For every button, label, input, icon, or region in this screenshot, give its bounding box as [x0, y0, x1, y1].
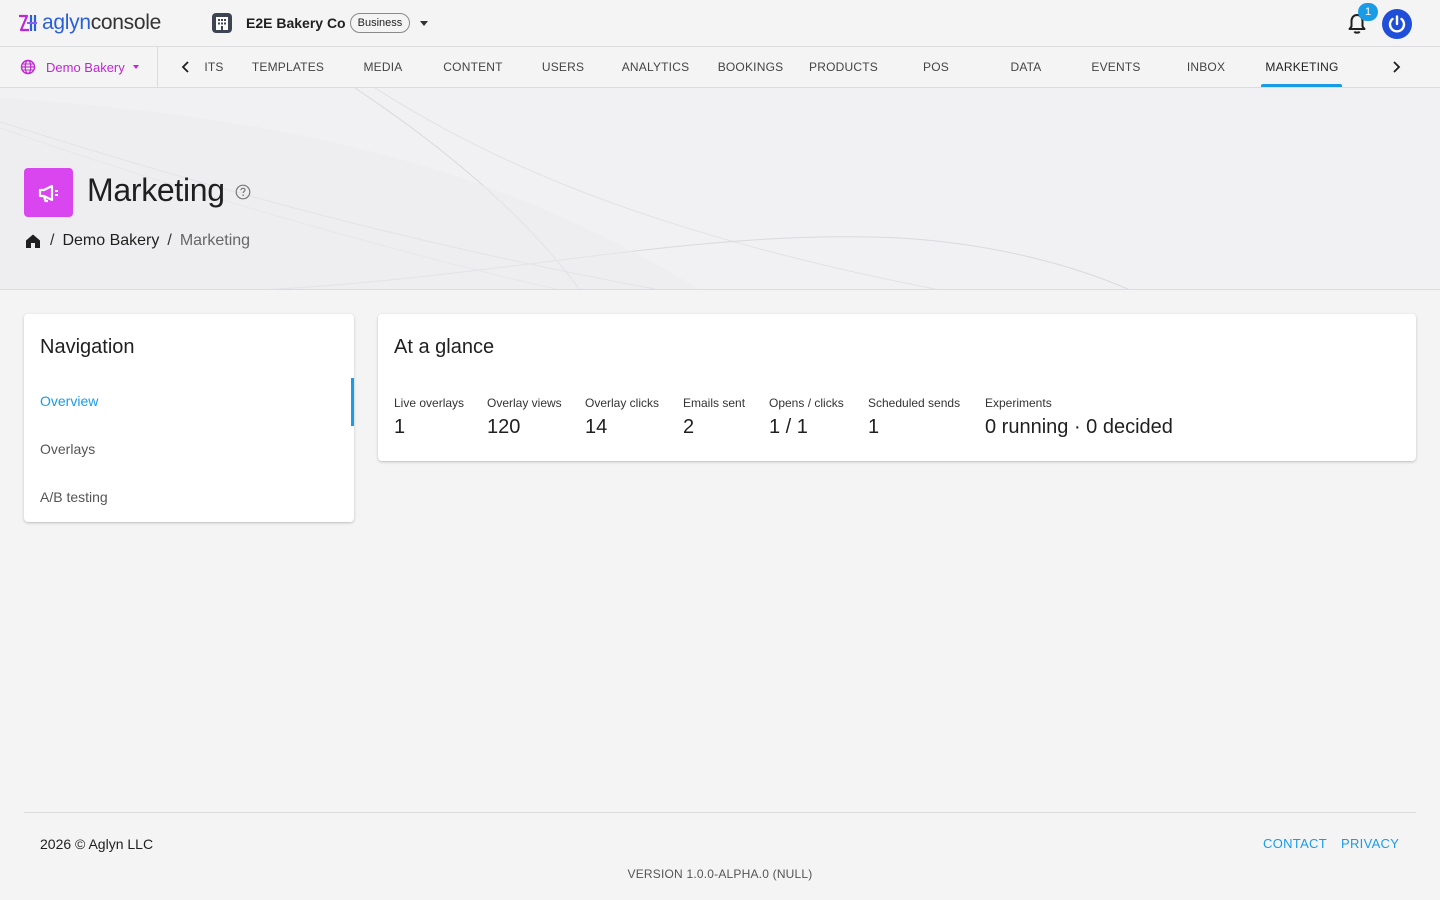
- marketing-icon: [24, 168, 73, 217]
- notification-count-badge: 1: [1358, 3, 1378, 21]
- tab-analytics[interactable]: ANALYTICS: [618, 47, 693, 87]
- user-avatar[interactable]: [1382, 9, 1412, 39]
- footer-copyright: 2026 © Aglyn LLC: [40, 836, 154, 852]
- stat-label: Live overlays: [394, 396, 465, 410]
- power-icon: [1388, 15, 1406, 33]
- stat-label: Overlay clicks: [585, 396, 660, 410]
- stat-live-overlays: Live overlays 1: [394, 396, 464, 439]
- footer-divider: [24, 812, 1416, 813]
- version-text: VERSION 1.0.0-ALPHA.0 (NULL): [627, 867, 813, 881]
- globe-icon: [20, 59, 36, 75]
- stat-value: 2: [683, 416, 695, 438]
- navigation-card-title: Navigation: [40, 336, 135, 358]
- at-a-glance-card: At a glance Live overlays 1 Overlay view…: [378, 314, 1416, 461]
- stat-label: Opens / clicks: [769, 396, 844, 410]
- site-selector[interactable]: Demo Bakery: [0, 47, 158, 87]
- stat-value: 120: [487, 416, 521, 438]
- stat-label: Scheduled sends: [868, 396, 961, 410]
- help-icon[interactable]: [235, 184, 251, 200]
- building-icon: [212, 13, 232, 33]
- tab-templates[interactable]: TEMPLATES: [248, 47, 328, 87]
- stat-experiments: Experiments 0 running · 0 decided: [985, 396, 1173, 439]
- home-icon[interactable]: [24, 232, 42, 250]
- org-plan-badge: Business: [349, 13, 411, 33]
- section-nav: Demo Bakery ITS TEMPLATES MEDIA CONTENT …: [0, 47, 1440, 88]
- breadcrumb-separator: /: [167, 232, 172, 249]
- chevron-down-icon: [420, 20, 429, 26]
- tab-its[interactable]: ITS: [203, 47, 225, 87]
- aglyn-logo-icon: [19, 14, 37, 32]
- page-header: Marketing / Demo Bakery / Marketing: [0, 88, 1440, 290]
- stat-value: 0 running · 0 decided: [985, 416, 1173, 438]
- chevron-down-icon: [132, 65, 139, 69]
- breadcrumb-site-link[interactable]: Demo Bakery: [62, 232, 159, 250]
- page-title: Marketing: [87, 172, 225, 208]
- stat-value: 1: [868, 416, 880, 438]
- contact-link[interactable]: CONTACT: [1263, 836, 1327, 851]
- top-bar: aglyn console E2E Bakery Co Business 1: [0, 0, 1440, 47]
- logo-product-text: console: [90, 11, 162, 34]
- active-nav-indicator: [351, 378, 354, 426]
- app-logo[interactable]: aglyn console: [17, 11, 161, 35]
- stat-value: 1 / 1: [769, 416, 808, 438]
- stat-value: 1: [394, 416, 406, 438]
- chevron-left-icon[interactable]: [178, 59, 194, 75]
- org-name: E2E Bakery Co: [246, 15, 346, 31]
- nav-item-ab-testing[interactable]: A/B testing: [24, 473, 354, 521]
- active-tab-indicator: [1261, 84, 1342, 87]
- breadcrumb-separator: /: [50, 232, 55, 249]
- stat-label: Emails sent: [683, 396, 746, 410]
- tab-users[interactable]: USERS: [538, 47, 588, 87]
- navigation-card: Navigation Overview Overlays A/B testing: [24, 314, 354, 522]
- stat-emails-sent: Emails sent 2: [683, 396, 745, 439]
- site-selector-label: Demo Bakery: [46, 59, 125, 75]
- stat-overlay-clicks: Overlay clicks 14: [585, 396, 659, 439]
- stat-opens-clicks: Opens / clicks 1 / 1: [769, 396, 844, 439]
- org-switcher[interactable]: E2E Bakery Co Business: [211, 11, 429, 35]
- tab-inbox[interactable]: INBOX: [1183, 47, 1229, 87]
- tab-pos[interactable]: POS: [916, 47, 956, 87]
- stat-value: 14: [585, 416, 608, 438]
- stat-label: Overlay views: [487, 396, 562, 410]
- chevron-right-icon[interactable]: [1388, 59, 1404, 75]
- nav-item-overview[interactable]: Overview: [24, 377, 354, 425]
- tab-events[interactable]: EVENTS: [1088, 47, 1144, 87]
- tab-products[interactable]: PRODUCTS: [806, 47, 881, 87]
- nav-item-overlays[interactable]: Overlays: [24, 425, 354, 473]
- tab-data[interactable]: DATA: [1006, 47, 1046, 87]
- breadcrumb-current: Marketing: [179, 232, 251, 249]
- breadcrumb: / Demo Bakery / Marketing: [24, 231, 250, 251]
- stat-overlay-views: Overlay views 120: [487, 396, 562, 439]
- logo-brand-text: aglyn: [42, 11, 91, 34]
- tab-content[interactable]: CONTENT: [438, 47, 508, 87]
- tab-media[interactable]: MEDIA: [353, 47, 413, 87]
- tab-marketing[interactable]: MARKETING: [1263, 47, 1341, 87]
- stat-scheduled-sends: Scheduled sends 1: [868, 396, 960, 439]
- privacy-link[interactable]: PRIVACY: [1341, 836, 1399, 851]
- stat-label: Experiments: [985, 396, 1052, 410]
- tab-bookings[interactable]: BOOKINGS: [713, 47, 788, 87]
- at-a-glance-title: At a glance: [394, 336, 495, 358]
